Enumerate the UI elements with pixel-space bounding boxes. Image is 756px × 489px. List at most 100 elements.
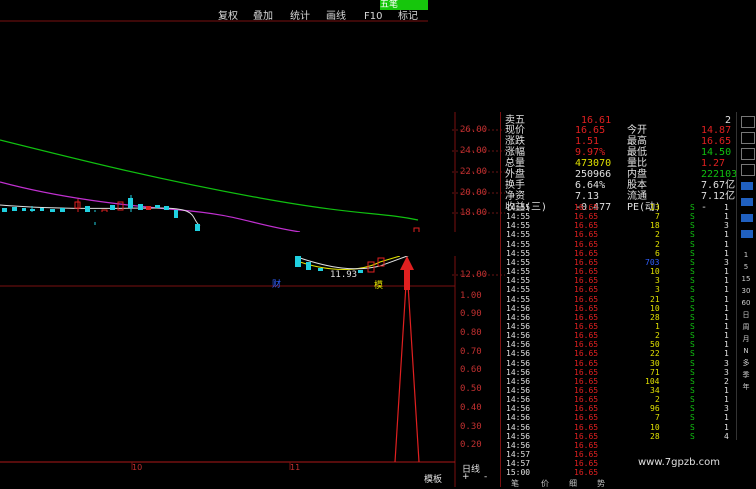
tick-side: S (690, 248, 695, 258)
tick-price: 16.65 (574, 431, 599, 441)
tick-side: S (690, 212, 695, 222)
tick-time: 14:56 (506, 404, 531, 414)
period-button[interactable]: 周 (738, 322, 754, 332)
tab-detail[interactable]: 细 (569, 478, 577, 489)
tick-price: 16.65 (574, 276, 599, 286)
tick-time: 14:55 (506, 257, 531, 267)
tick-price: 16.65 (574, 376, 599, 386)
tick-count: 1 (724, 413, 729, 423)
tick-volume: 71 (650, 367, 660, 377)
chart-icon[interactable] (741, 132, 755, 144)
tick-side: S (690, 312, 695, 322)
tick-price: 16.65 (574, 212, 599, 222)
tick-price: 16.65 (574, 203, 599, 212)
period-button[interactable]: 5 (738, 262, 754, 272)
tick-time: 14:55 (506, 248, 531, 258)
tick-volume: 22 (650, 349, 660, 359)
tick-price: 16.65 (574, 404, 599, 414)
tick-price: 16.65 (574, 285, 599, 295)
tick-price: 16.65 (574, 459, 599, 469)
tick-count: 1 (724, 239, 729, 249)
period-button[interactable]: 月 (738, 334, 754, 344)
tick-side: S (690, 349, 695, 359)
tick-count: 1 (724, 294, 729, 304)
list-icon[interactable] (741, 164, 755, 176)
tick-volume: 18 (650, 221, 660, 231)
tick-volume: 13 (650, 203, 660, 212)
tick-count: 1 (724, 312, 729, 322)
tick-price: 16.65 (574, 450, 599, 460)
tick-price: 16.65 (574, 440, 599, 450)
tick-side: S (690, 376, 695, 386)
tick-price: 16.65 (574, 239, 599, 249)
tab-trend[interactable]: 势 (597, 478, 605, 489)
tick-price: 16.65 (574, 340, 599, 350)
f5-icon[interactable] (741, 230, 753, 238)
tick-price: 16.65 (574, 367, 599, 377)
tick-time: 14:55 (506, 221, 531, 231)
tick-count: 1 (724, 349, 729, 359)
tick-time: 14:56 (506, 376, 531, 386)
tick-volume: 10 (650, 303, 660, 313)
tick-time: 14:55 (506, 285, 531, 295)
trade-ticks: 14:55 16.65 13 S 1 14:55 16.65 7 S 1 14:55 16.65 18 S… (0, 0, 756, 487)
period-button[interactable]: 日 (738, 310, 754, 320)
tick-price: 16.65 (574, 294, 599, 304)
tick-time: 14:56 (506, 340, 531, 350)
tick-count: 1 (724, 212, 729, 222)
tick-side: S (690, 404, 695, 414)
period-button[interactable]: 1 (738, 250, 754, 260)
tick-volume: 2 (655, 395, 660, 405)
tick-price: 16.65 (574, 312, 599, 322)
tick-side: S (690, 203, 695, 212)
tick-price: 16.65 (574, 321, 599, 331)
period-button[interactable]: 15 (738, 274, 754, 284)
tick-volume: 34 (650, 386, 660, 395)
tick-time: 14:56 (506, 386, 531, 395)
tick-count: 1 (724, 395, 729, 405)
tick-time: 14:56 (506, 367, 531, 377)
tick-count: 1 (724, 203, 729, 212)
tick-price: 16.65 (574, 413, 599, 423)
period-button[interactable]: 60 (738, 298, 754, 308)
tick-side: S (690, 267, 695, 277)
tick-count: 1 (724, 331, 729, 341)
tick-price: 16.65 (574, 230, 599, 240)
tab-price[interactable]: 价 (541, 478, 549, 489)
tick-price: 16.65 (574, 358, 599, 368)
tick-volume: 7 (655, 212, 660, 222)
period-button[interactable]: 季 (738, 370, 754, 380)
period-button[interactable]: N (738, 346, 754, 356)
tick-count: 1 (724, 230, 729, 240)
tick-count: 1 (724, 340, 729, 350)
tick-side: S (690, 239, 695, 249)
tick-side: S (690, 386, 695, 395)
tick-price: 16.65 (574, 386, 599, 395)
tick-time: 15:00 (506, 468, 531, 478)
move-icon[interactable] (741, 198, 753, 206)
tick-count: 1 (724, 303, 729, 313)
tick-price: 16.65 (574, 395, 599, 405)
tick-count: 1 (724, 285, 729, 295)
period-button[interactable]: 30 (738, 286, 754, 296)
tick-price: 16.65 (574, 248, 599, 258)
tab-ticks[interactable]: 笔 (511, 478, 519, 489)
tick-count: 3 (724, 221, 729, 231)
table-icon[interactable] (741, 148, 755, 160)
tick-volume: 28 (650, 312, 660, 322)
tick-volume: 96 (650, 404, 660, 414)
tick-count: 3 (724, 404, 729, 414)
watermark: www.7gpzb.com (620, 440, 756, 487)
period-button[interactable]: 年 (738, 382, 754, 392)
tool-icon[interactable] (741, 214, 753, 222)
tick-side: S (690, 303, 695, 313)
tick-price: 16.65 (574, 468, 599, 478)
tick-side: S (690, 294, 695, 304)
indicator-icon[interactable] (741, 182, 753, 190)
tick-time: 14:56 (506, 321, 531, 331)
tick-price: 16.65 (574, 267, 599, 277)
tick-count: 1 (724, 276, 729, 286)
grid-icon[interactable] (741, 116, 755, 128)
tick-price: 16.65 (574, 331, 599, 341)
period-button[interactable]: 多 (738, 358, 754, 368)
